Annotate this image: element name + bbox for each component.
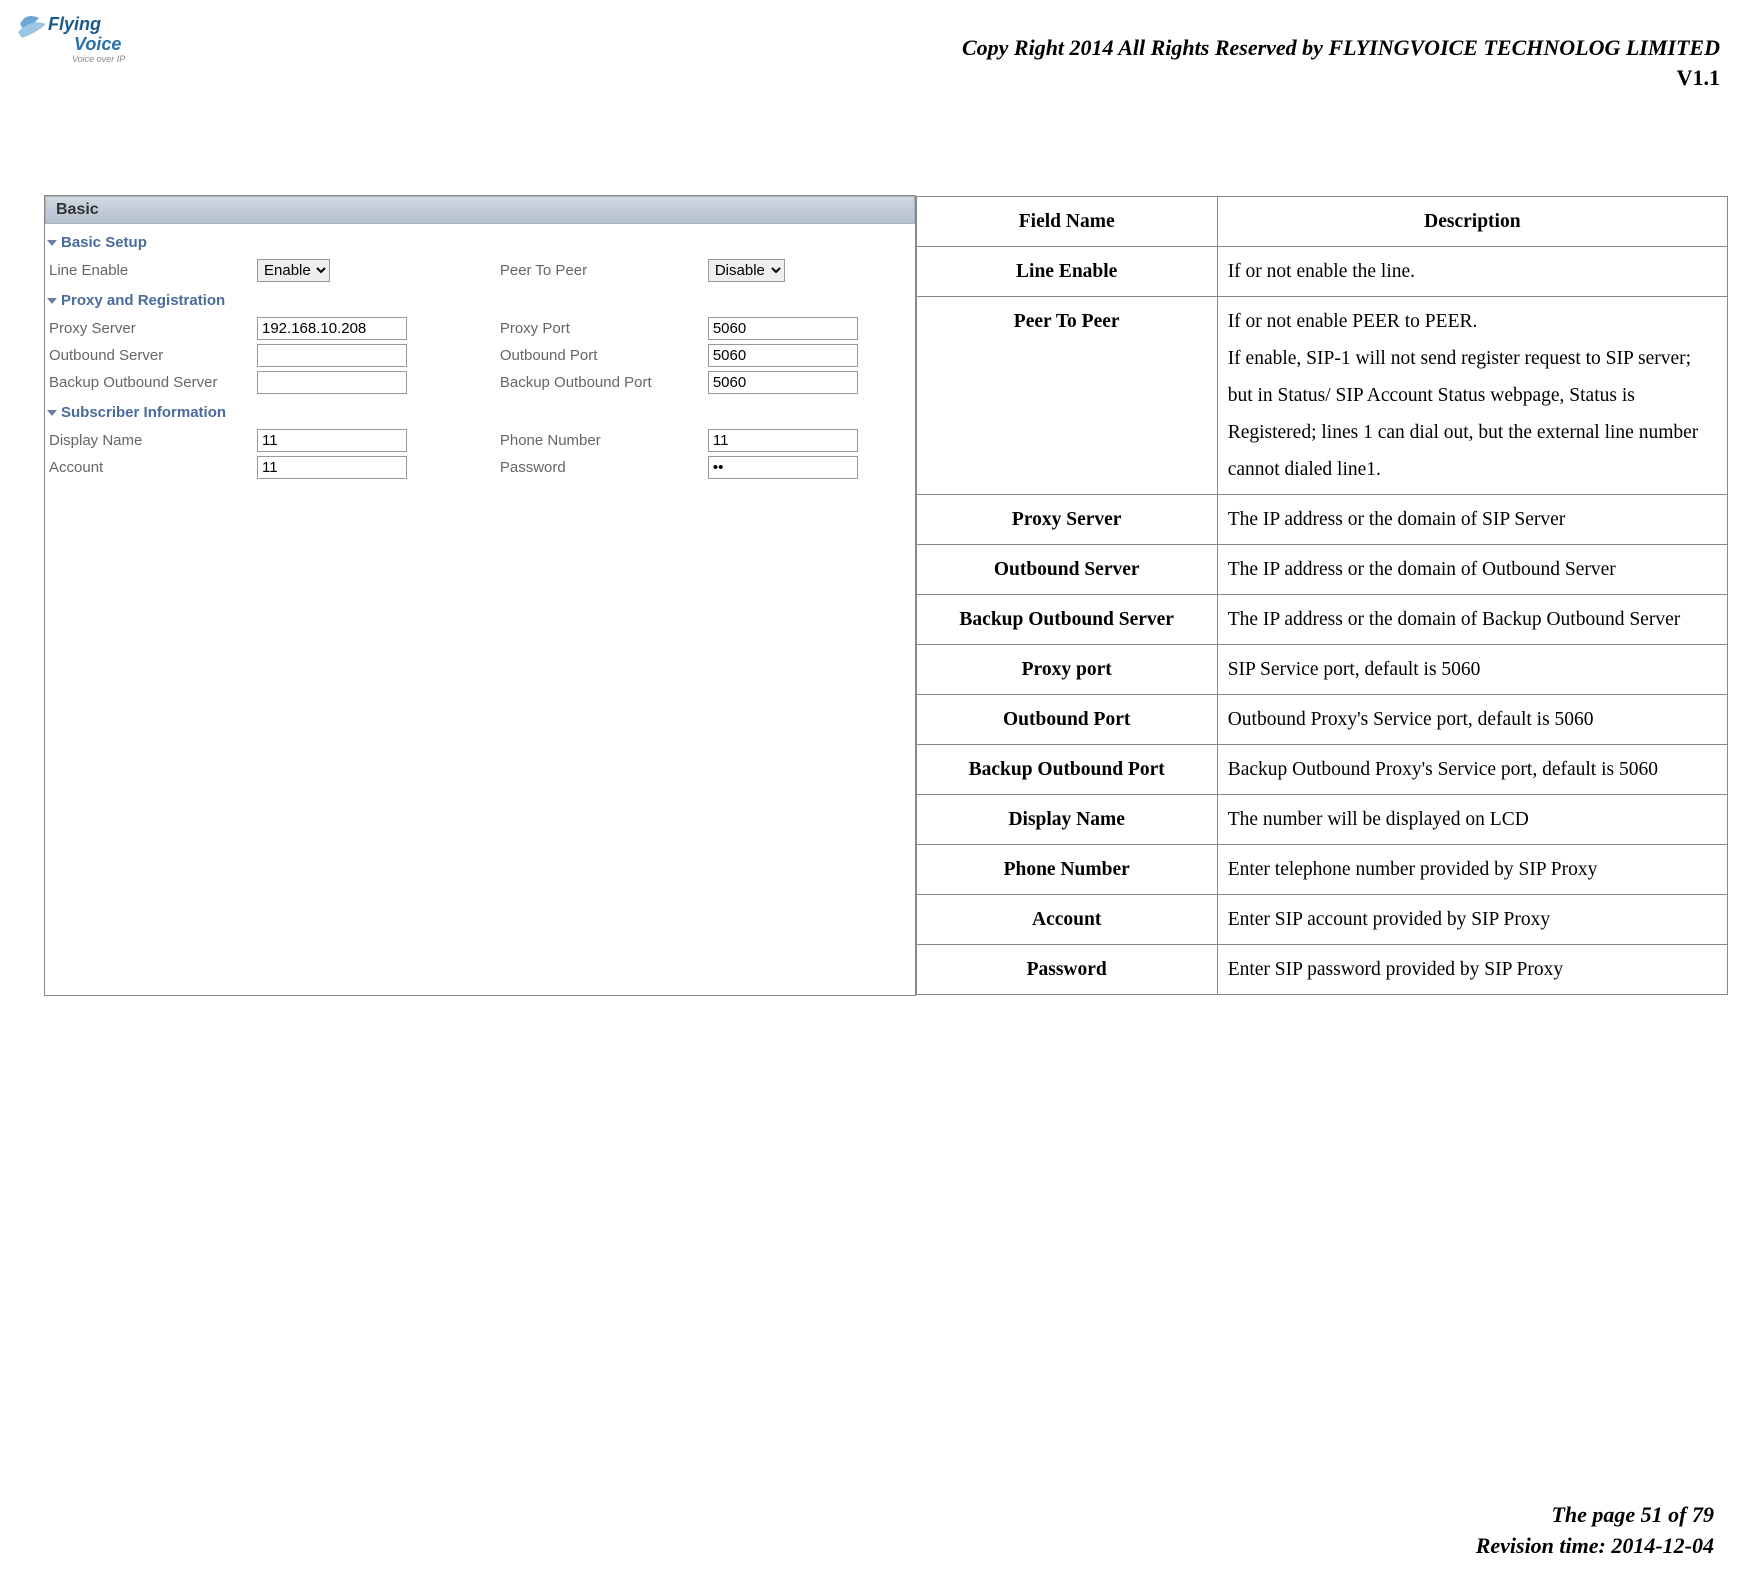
peer-to-peer-label: Peer To Peer — [500, 262, 700, 279]
screenshot-panel: Basic Basic Setup Line Enable Enable — [45, 196, 916, 996]
description-cell: Outbound Proxy's Service port, default i… — [1217, 695, 1727, 745]
field-name-cell: Outbound Port — [916, 695, 1217, 745]
description-cell: The number will be displayed on LCD — [1217, 795, 1727, 845]
company-logo: Flying Voice Voice over IP — [14, 10, 134, 65]
backup-outbound-port-label: Backup Outbound Port — [500, 374, 700, 391]
table-row: Outbound ServerThe IP address or the dom… — [916, 544, 1727, 594]
description-cell: Enter SIP account provided by SIP Proxy — [1217, 895, 1727, 945]
password-label: Password — [500, 459, 700, 476]
field-name-cell: Display Name — [916, 795, 1217, 845]
table-row: Peer To PeerIf or not enable PEER to PEE… — [916, 296, 1727, 494]
peer-to-peer-select[interactable]: Disable — [708, 259, 785, 282]
table-row: Phone NumberEnter telephone number provi… — [916, 845, 1727, 895]
field-name-cell: Proxy port — [916, 644, 1217, 694]
backup-outbound-server-input[interactable] — [257, 371, 407, 394]
field-name-cell: Backup Outbound Server — [916, 594, 1217, 644]
phone-number-input[interactable] — [708, 429, 858, 452]
description-cell: Enter SIP password provided by SIP Proxy — [1217, 945, 1727, 995]
expand-icon — [47, 410, 57, 416]
display-name-input[interactable] — [257, 429, 407, 452]
revision-time: Revision time: 2014-12-04 — [1476, 1533, 1714, 1558]
password-input[interactable] — [708, 456, 858, 479]
outbound-server-label: Outbound Server — [49, 347, 249, 364]
backup-outbound-port-input[interactable] — [708, 371, 858, 394]
table-header-field: Field Name — [916, 196, 1217, 246]
description-cell: The IP address or the domain of Outbound… — [1217, 544, 1727, 594]
field-name-cell: Password — [916, 945, 1217, 995]
outbound-port-input[interactable] — [708, 344, 858, 367]
table-row: Backup Outbound ServerThe IP address or … — [916, 594, 1727, 644]
description-cell: SIP Service port, default is 5060 — [1217, 644, 1727, 694]
proxy-registration-label: Proxy and Registration — [61, 292, 225, 309]
display-name-label: Display Name — [49, 432, 249, 449]
table-row: AccountEnter SIP account provided by SIP… — [916, 895, 1727, 945]
field-name-cell: Line Enable — [916, 246, 1217, 296]
description-panel: Field Name Description Line EnableIf or … — [915, 196, 1728, 996]
svg-text:Voice over IP: Voice over IP — [72, 54, 125, 64]
basic-panel-title: Basic — [45, 196, 915, 224]
line-enable-select[interactable]: Enable — [257, 259, 330, 282]
basic-setup-label: Basic Setup — [61, 234, 147, 251]
version-text: V1.1 — [1677, 65, 1720, 91]
backup-outbound-server-label: Backup Outbound Server — [49, 374, 249, 391]
subscriber-info-label: Subscriber Information — [61, 404, 226, 421]
outbound-server-input[interactable] — [257, 344, 407, 367]
proxy-server-input[interactable] — [257, 317, 407, 340]
svg-text:Voice: Voice — [74, 34, 121, 54]
outbound-port-label: Outbound Port — [500, 347, 700, 364]
description-cell: If or not enable the line. — [1217, 246, 1727, 296]
field-name-cell: Account — [916, 895, 1217, 945]
account-input[interactable] — [257, 456, 407, 479]
field-name-cell: Phone Number — [916, 845, 1217, 895]
description-cell: Enter telephone number provided by SIP P… — [1217, 845, 1727, 895]
field-name-cell: Peer To Peer — [916, 296, 1217, 494]
main-content-table: Basic Basic Setup Line Enable Enable — [44, 195, 1728, 996]
phone-number-label: Phone Number — [500, 432, 700, 449]
table-row: Proxy ServerThe IP address or the domain… — [916, 494, 1727, 544]
proxy-port-input[interactable] — [708, 317, 858, 340]
proxy-port-label: Proxy Port — [500, 320, 700, 337]
field-description-table: Field Name Description Line EnableIf or … — [916, 196, 1728, 996]
page-number: The page 51 of 79 — [1551, 1502, 1714, 1527]
table-row: Outbound PortOutbound Proxy's Service po… — [916, 695, 1727, 745]
account-label: Account — [49, 459, 249, 476]
proxy-server-label: Proxy Server — [49, 320, 249, 337]
table-row: Backup Outbound PortBackup Outbound Prox… — [916, 745, 1727, 795]
copyright-text: Copy Right 2014 All Rights Reserved by F… — [962, 35, 1720, 61]
field-name-cell: Outbound Server — [916, 544, 1217, 594]
description-cell: Backup Outbound Proxy's Service port, de… — [1217, 745, 1727, 795]
page-footer: The page 51 of 79 Revision time: 2014-12… — [1476, 1500, 1714, 1562]
table-header-description: Description — [1217, 196, 1727, 246]
field-name-cell: Proxy Server — [916, 494, 1217, 544]
subscriber-info-section-header: Subscriber Information — [49, 404, 911, 421]
description-cell: If or not enable PEER to PEER.If enable,… — [1217, 296, 1727, 494]
svg-text:Flying: Flying — [48, 14, 101, 34]
description-cell: The IP address or the domain of SIP Serv… — [1217, 494, 1727, 544]
basic-setup-section-header: Basic Setup — [49, 234, 911, 251]
expand-icon — [47, 240, 57, 246]
field-name-cell: Backup Outbound Port — [916, 745, 1217, 795]
table-row: Display NameThe number will be displayed… — [916, 795, 1727, 845]
table-row: Line EnableIf or not enable the line. — [916, 246, 1727, 296]
table-row: Proxy portSIP Service port, default is 5… — [916, 644, 1727, 694]
table-row: PasswordEnter SIP password provided by S… — [916, 945, 1727, 995]
line-enable-label: Line Enable — [49, 262, 249, 279]
proxy-registration-section-header: Proxy and Registration — [49, 292, 911, 309]
expand-icon — [47, 298, 57, 304]
config-screenshot: Basic Basic Setup Line Enable Enable — [45, 196, 915, 483]
description-cell: The IP address or the domain of Backup O… — [1217, 594, 1727, 644]
